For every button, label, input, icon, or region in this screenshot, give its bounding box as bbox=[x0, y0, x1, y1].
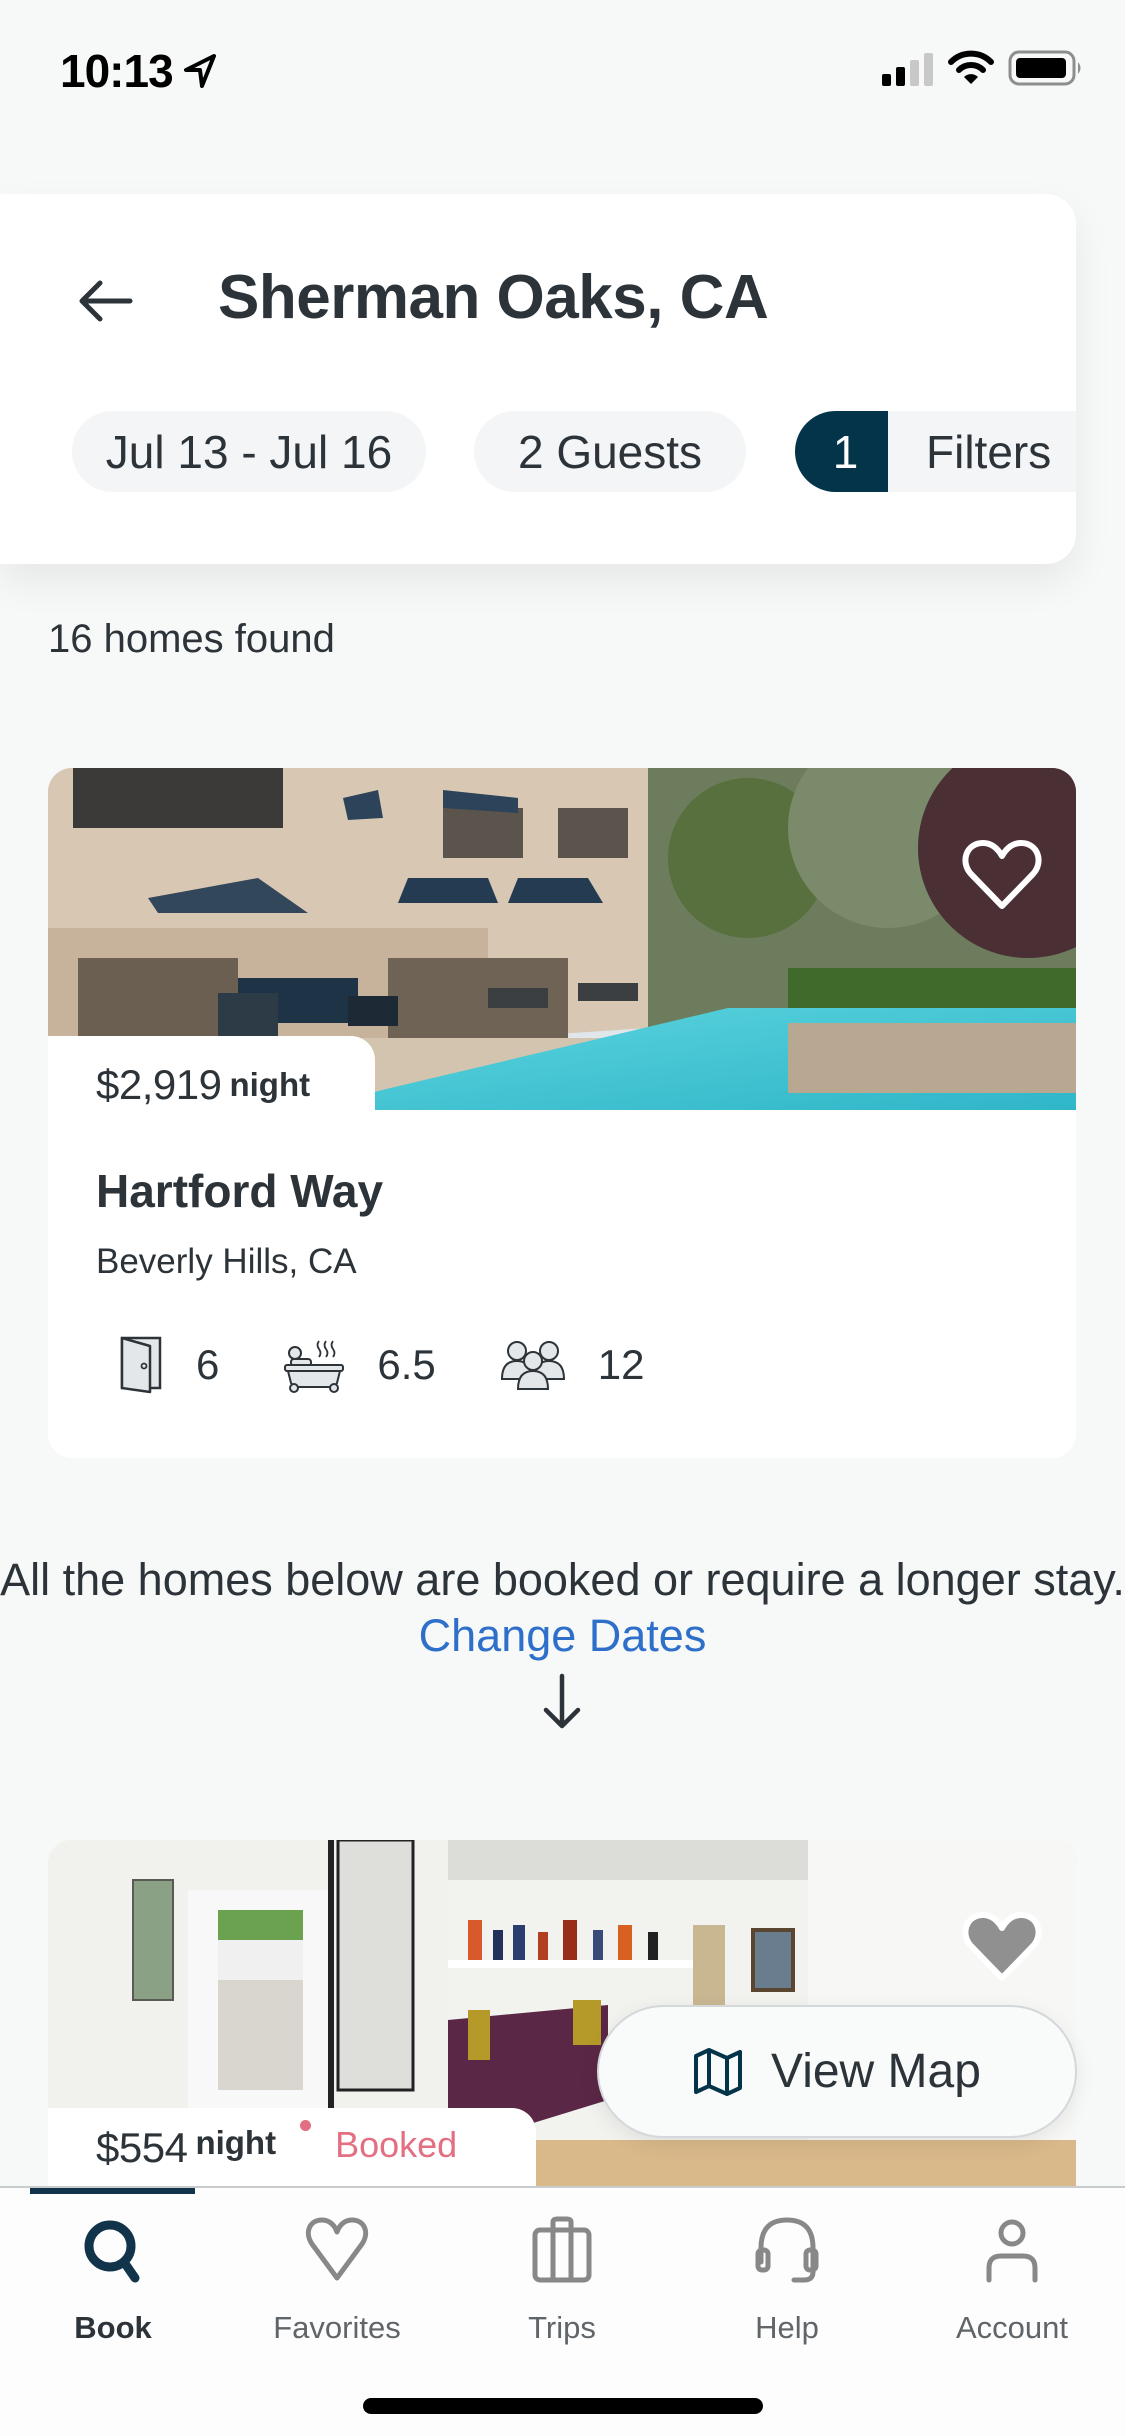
listing-card[interactable]: $2,919 night Hartford Way Beverly Hills,… bbox=[48, 768, 1076, 1458]
bathtub-icon bbox=[284, 1340, 345, 1393]
booked-notice-text: All the homes below are booked or requir… bbox=[0, 1554, 1125, 1605]
guests-group-icon bbox=[500, 1341, 565, 1390]
dates-chip[interactable]: Jul 13 - Jul 16 bbox=[72, 411, 426, 492]
favorite-heart-icon[interactable] bbox=[962, 1908, 1042, 1984]
bedrooms-amenity: 6 bbox=[120, 1336, 219, 1394]
headset-icon bbox=[755, 2217, 819, 2283]
price-tag: $2,919 night bbox=[48, 1036, 375, 1133]
bedrooms-count: 6 bbox=[196, 1341, 220, 1388]
status-time: 10:13 bbox=[60, 45, 174, 97]
price-tag: $554 night Booked bbox=[48, 2108, 536, 2186]
search-icon bbox=[84, 2220, 140, 2283]
tab-account[interactable]: Account bbox=[932, 2216, 1092, 2346]
arrow-down-icon bbox=[543, 1673, 581, 1729]
status-separator-dot bbox=[300, 2120, 312, 2131]
search-header bbox=[0, 194, 1076, 564]
active-tab-indicator bbox=[30, 2188, 195, 2194]
favorite-heart-icon[interactable] bbox=[962, 836, 1042, 912]
tab-label: Favorites bbox=[273, 2310, 401, 2345]
guests-amenity: 12 bbox=[500, 1339, 645, 1391]
price-unit: night bbox=[195, 2124, 277, 2161]
price-amount: $2,919 bbox=[96, 1060, 222, 1108]
guests-chip-label: 2 Guests bbox=[517, 425, 703, 478]
guests-chip[interactable]: 2 Guests bbox=[474, 411, 746, 492]
change-dates-link[interactable]: Change Dates bbox=[419, 1610, 707, 1661]
tab-trips[interactable]: Trips bbox=[482, 2216, 642, 2346]
battery-icon bbox=[1008, 50, 1081, 86]
view-map-label: View Map bbox=[771, 2045, 981, 2098]
tab-label: Account bbox=[955, 2310, 1068, 2345]
person-icon bbox=[986, 2219, 1038, 2283]
dates-chip-label: Jul 13 - Jul 16 bbox=[105, 425, 393, 478]
arrow-left-icon bbox=[79, 280, 133, 322]
booked-status-badge: Booked bbox=[335, 2124, 458, 2165]
tab-book[interactable]: Book bbox=[33, 2216, 193, 2346]
location-arrow-icon bbox=[184, 54, 216, 88]
heart-icon bbox=[305, 2217, 369, 2281]
price-unit: night bbox=[229, 1065, 311, 1103]
status-bar: 10:13 bbox=[0, 0, 1125, 140]
door-bedroom-icon bbox=[120, 1336, 162, 1394]
amenities-row: 6 6.5 12 bbox=[120, 1336, 708, 1394]
bathrooms-count: 6.5 bbox=[377, 1341, 436, 1388]
map-icon bbox=[694, 2047, 743, 2096]
tab-label: Book bbox=[74, 2310, 152, 2345]
listing-location: Beverly Hills, CA bbox=[96, 1242, 357, 1281]
booked-notice: All the homes below are booked or requir… bbox=[0, 1552, 1125, 1664]
page-title: Sherman Oaks, CA bbox=[218, 263, 769, 332]
filters-chip[interactable]: 1 Filters bbox=[795, 411, 1076, 492]
bathrooms-amenity: 6.5 bbox=[283, 1337, 436, 1393]
home-indicator[interactable] bbox=[363, 2398, 763, 2414]
filters-chip-label: Filters bbox=[926, 425, 1052, 478]
wifi-icon bbox=[948, 50, 994, 84]
tab-help[interactable]: Help bbox=[707, 2216, 867, 2346]
signal-icon bbox=[882, 53, 933, 86]
view-map-button[interactable]: View Map bbox=[597, 2005, 1077, 2138]
results-count: 16 homes found bbox=[48, 617, 335, 661]
listing-title[interactable]: Hartford Way bbox=[96, 1164, 383, 1218]
tab-favorites[interactable]: Favorites bbox=[257, 2216, 417, 2346]
filter-count-badge: 1 bbox=[795, 411, 888, 492]
back-button[interactable] bbox=[70, 268, 140, 334]
guests-count: 12 bbox=[597, 1341, 645, 1388]
suitcase-icon bbox=[532, 2216, 592, 2283]
tab-label: Help bbox=[755, 2310, 819, 2345]
price-amount: $554 bbox=[96, 2124, 188, 2171]
tab-label: Trips bbox=[528, 2310, 596, 2345]
